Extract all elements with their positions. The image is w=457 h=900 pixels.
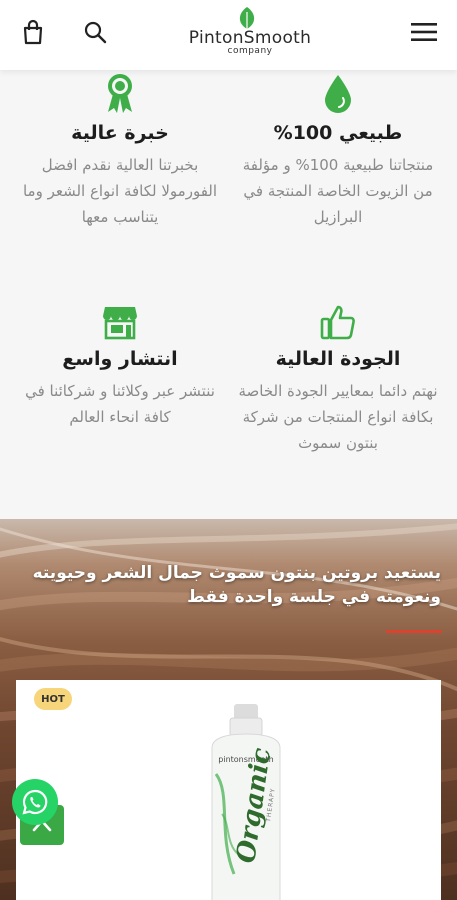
whatsapp-icon [22,789,48,815]
feature-expertise: خبرة عالية بخبرتنا العالية نقدم افضل الف… [20,70,220,230]
feature-title: انتشار واسع [62,348,178,370]
feature-description: بخبرتنا العالية نقدم افضل الفورمولا لكاف… [22,156,218,226]
leaf-icon [239,7,255,29]
search-icon[interactable] [80,17,110,47]
storefront-icon [20,296,220,340]
feature-description: نهتم دائما بمعايير الجودة الخاصة بكافة ا… [238,382,438,452]
brand-logo[interactable]: PintonSmooth company [170,6,330,58]
product-card[interactable]: HOT pintonsmooth Organic THERAPY [16,680,441,900]
whatsapp-button[interactable] [12,779,58,825]
brand-name: PintonSmooth [188,28,312,48]
feature-quality: الجودة العالية نهتم دائما بمعايير الجودة… [238,296,438,456]
thumbs-up-icon [238,296,438,340]
drop-icon [238,70,438,114]
hot-badge: HOT [34,688,72,710]
feature-description: ننتشر عبر وكلائنا و شركائنا في كافة انحا… [25,382,215,426]
award-ribbon-icon [20,70,220,114]
brand-tagline: company [227,46,273,56]
cart-icon[interactable] [18,17,48,47]
hamburger-menu-icon[interactable] [409,17,439,47]
feature-title: طبيعي 100% [273,122,403,144]
site-header: PintonSmooth company [0,0,457,70]
product-bottle-image: pintonsmooth Organic THERAPY [211,704,281,900]
features-section: طبيعي 100% منتجاتنا طبيعية 100% و مؤلفة … [0,70,457,520]
accent-divider [386,630,442,633]
hero-headline: يستعيد بروتين بنتون سموث جمال الشعر وحيو… [32,563,441,607]
feature-title: خبرة عالية [71,122,169,144]
feature-title: الجودة العالية [275,348,401,370]
feature-description: منتجاتنا طبيعية 100% و مؤلفة من الزيوت ا… [242,156,434,226]
feature-natural: طبيعي 100% منتجاتنا طبيعية 100% و مؤلفة … [238,70,438,230]
hero-banner: يستعيد بروتين بنتون سموث جمال الشعر وحيو… [0,519,457,900]
feature-reach: انتشار واسع ننتشر عبر وكلائنا و شركائنا … [20,296,220,430]
